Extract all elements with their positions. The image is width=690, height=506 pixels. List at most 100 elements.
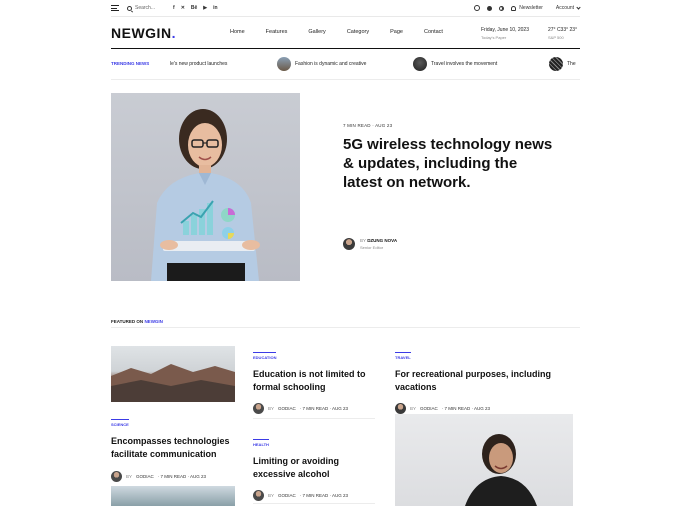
site-logo[interactable]: NEWGIN. [111,25,176,41]
dark-mode-icon[interactable] [499,5,505,11]
trending-item-text: The [567,61,576,67]
read-meta: · 7 MIN READ · AUG 23 [441,406,491,411]
by-label: BY [126,474,133,479]
trending-item-text: Travel involves the movement [431,61,498,67]
linkedin-icon[interactable]: in [213,5,217,11]
by-label: BY [410,406,417,411]
featured-heading: FEATURED ON NEWGIN [111,319,163,324]
card-travel: TRAVEL For recreational purposes, includ… [395,346,575,414]
current-date: Friday, June 10, 2023 [481,27,529,33]
card-divider [253,503,375,504]
search-icon [127,5,132,11]
author-by-label: BY [360,238,366,243]
newsletter-label: Newsletter [519,5,543,11]
theme-dot-icon[interactable] [487,5,493,11]
card-image[interactable] [395,414,573,506]
card-image[interactable] [111,486,235,506]
author-avatar[interactable] [111,471,122,482]
settings-icon[interactable] [474,5,481,11]
main-nav: Home Features Gallery Category Page Cont… [230,29,464,35]
nav-features[interactable]: Features [266,29,288,35]
trending-label: TRENDING NEWS [111,61,150,66]
by-label: BY [268,406,275,411]
social-links: f ✕ Bē ▶ in [173,5,218,11]
card-education: EDUCATION Education is not limited to fo… [253,346,377,414]
nav-category[interactable]: Category [347,29,369,35]
trending-item[interactable]: le's new product launches [170,56,227,72]
facebook-icon[interactable]: f [173,5,175,11]
menu-icon[interactable] [111,5,119,11]
author-avatar[interactable] [253,490,264,501]
author-avatar[interactable] [343,238,355,250]
card-category[interactable]: HEALTH [253,439,269,447]
weather-block: 27° C33° 23° S&P 500 [548,26,577,42]
card-health: HEALTH Limiting or avoiding excessive al… [253,433,377,501]
card-category[interactable]: EDUCATION [253,352,277,360]
card-title[interactable]: For recreational purposes, including vac… [395,368,575,394]
hero-author: BY DZUNG NOVA Senior Editor [343,238,397,250]
trending-thumb [277,57,291,71]
search-placeholder: Search... [135,5,156,11]
card-title[interactable]: Encompasses technologies facilitate comm… [111,435,237,461]
card-category[interactable]: SCIENCE [111,419,129,427]
author-avatar[interactable] [395,403,406,414]
trending-thumb [549,57,563,71]
nav-home[interactable]: Home [230,29,245,35]
card-science: SCIENCE Encompasses technologies facilit… [111,413,237,482]
newsletter-button[interactable]: Newsletter [511,5,543,11]
trending-item-text: Fashion is dynamic and creative [295,61,367,67]
top-bar: Search... f ✕ Bē ▶ in Newsletter Account [111,0,581,17]
nav-gallery[interactable]: Gallery [308,29,325,35]
author-name[interactable]: GODIAC [278,406,296,411]
trending-item[interactable]: Travel involves the movement [413,56,497,72]
date-block: Friday, June 10, 2023 Today's Paper [481,26,529,42]
author-name[interactable]: GODIAC [278,493,296,498]
author-avatar[interactable] [253,403,264,414]
mountain-illustration [111,364,235,402]
author-name[interactable]: GODIAC [136,474,154,479]
card-meta: BY GODIAC · 7 MIN READ · AUG 23 [253,490,377,501]
featured-divider [111,327,580,328]
top-bar-left: Search... f ✕ Bē ▶ in [111,5,218,11]
trending-divider [111,79,580,80]
bell-icon [511,5,517,11]
author-role: Senior Editor [360,245,384,250]
author-name[interactable]: GODIAC [420,406,438,411]
read-meta: · 7 MIN READ · AUG 23 [157,474,207,479]
traveler-illustration [465,434,537,506]
author-info: BY DZUNG NOVA Senior Editor [360,238,397,250]
card-image[interactable] [111,346,235,402]
header-divider [111,48,580,49]
hero-image[interactable] [111,93,300,281]
trending-item[interactable]: Fashion is dynamic and creative [277,56,366,72]
card-title[interactable]: Education is not limited to formal schoo… [253,368,377,394]
behance-icon[interactable]: Bē [191,5,197,11]
hero-title[interactable]: 5G wireless technology news & updates, i… [343,135,553,192]
account-label: Account [555,5,574,11]
read-meta: · 7 MIN READ · AUG 23 [299,493,349,498]
trending-thumb [413,57,427,71]
logo-text: NEWGIN [111,25,172,41]
logo-dot: . [171,25,176,41]
search-box[interactable]: Search... [127,5,155,11]
by-label: BY [268,493,275,498]
card-meta: BY GODIAC · 7 MIN READ · AUG 23 [111,471,237,482]
youtube-icon[interactable]: ▶ [203,5,207,11]
featured-label: FEATURED ON [111,319,144,324]
nav-contact[interactable]: Contact [424,29,443,35]
card-title[interactable]: Limiting or avoiding excessive alcohol [253,455,377,481]
trending-item-text: le's new product launches [170,61,228,67]
hero-meta: 7 MIN READ · AUG 23 [343,123,393,128]
card-divider [253,418,375,419]
account-menu[interactable]: Account [555,4,581,11]
hero-woman-illustration [151,109,260,281]
featured-brand: NEWGIN [144,319,163,324]
todays-paper-link[interactable]: Today's Paper [481,34,529,42]
nav-page[interactable]: Page [390,29,403,35]
chevron-down-icon [576,4,581,10]
trending-item[interactable]: The [549,56,576,72]
twitter-icon[interactable]: ✕ [181,5,185,11]
card-category[interactable]: TRAVEL [395,352,411,360]
author-name[interactable]: DZUNG NOVA [367,238,397,243]
market-label: S&P 500 [548,35,564,40]
